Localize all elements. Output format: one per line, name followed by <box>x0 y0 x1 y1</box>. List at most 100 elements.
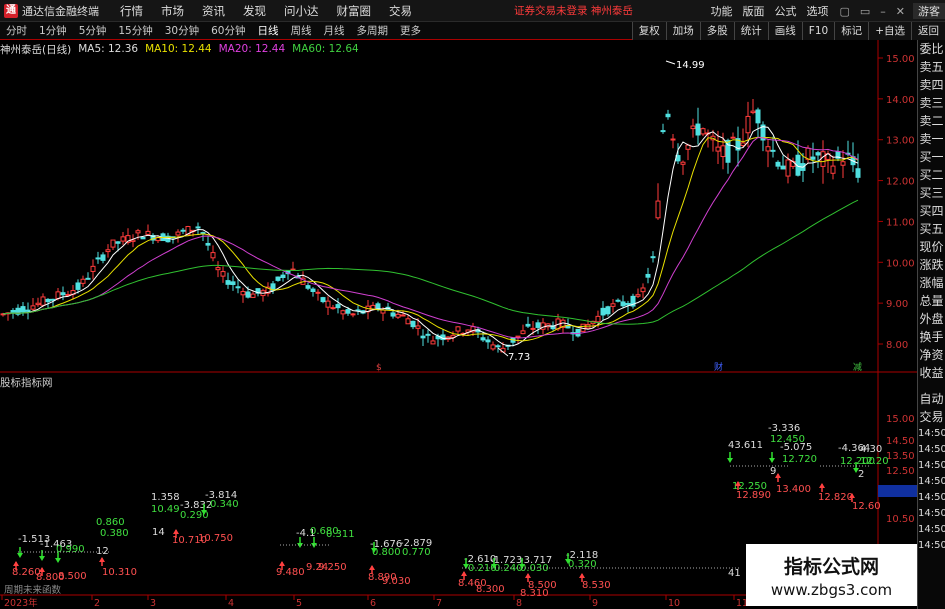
candle-body <box>350 313 356 316</box>
candle-body <box>75 282 81 290</box>
sidebar-item-16: 换手 <box>919 330 944 344</box>
candle-body <box>640 287 646 293</box>
kline-chart[interactable]: 15.00 14.00 13.00 12.00 11.00 10.00 9.00 8.00 15… <box>0 0 917 609</box>
x-axis-label: 2 <box>94 598 100 609</box>
candle-body <box>620 301 626 307</box>
sidebar-item-0: 委比 <box>919 42 944 56</box>
candle-body <box>755 109 761 124</box>
sub-label: 12.20 <box>860 456 889 467</box>
x-axis-label: 9 <box>592 598 598 609</box>
x-axis-label: 4 <box>228 598 234 609</box>
sidebar-item-24: 14:50 <box>918 460 945 471</box>
sub-label: 4.30 <box>860 444 882 455</box>
x-axis-label: 10 <box>668 598 680 609</box>
sub-label: 8.310 <box>520 588 549 599</box>
sub-label: 10.310 <box>102 567 137 578</box>
candle-body <box>480 337 486 341</box>
candle-body <box>240 291 246 296</box>
candle-body <box>485 339 491 343</box>
candle-body <box>30 305 36 310</box>
candle-body <box>275 276 281 281</box>
signal-arrow-head <box>173 529 179 534</box>
candle-body <box>215 267 221 271</box>
sub-label: 12.720 <box>782 454 817 465</box>
ma60-line <box>2 199 859 325</box>
candle-body <box>785 159 791 177</box>
candle-body <box>315 291 321 294</box>
candle-body <box>495 345 501 348</box>
watermark-url: www.zbgs3.com <box>770 581 893 599</box>
candle-body <box>490 344 496 350</box>
candle-body <box>145 230 151 235</box>
candle-body <box>175 231 181 236</box>
candle-body <box>410 320 416 328</box>
guest-button[interactable]: 游客 <box>913 3 945 19</box>
candle-body <box>25 309 31 312</box>
sidebar-item-4: 卖二 <box>919 114 944 128</box>
sub-label: 0.990 <box>56 544 85 555</box>
sub-label: 10.750 <box>198 533 233 544</box>
price-label: 15.00 <box>886 54 915 65</box>
candle-body <box>280 274 286 278</box>
sub-label: 12.820 <box>818 492 853 503</box>
sidebar-item-11: 现价 <box>919 240 944 254</box>
sub-label: 8.500 <box>58 571 87 582</box>
price-label: 13.00 <box>886 136 915 147</box>
candle-body <box>245 291 251 298</box>
candle-body <box>100 254 106 261</box>
candle-body <box>405 318 411 325</box>
candle-body <box>105 249 111 253</box>
price-label: 9.00 <box>886 299 908 310</box>
candle-body <box>745 115 751 134</box>
candle-body <box>60 292 66 296</box>
candle-body <box>765 146 771 152</box>
sidebar-item-6: 买一 <box>919 150 944 164</box>
sub-label: 10.49 <box>151 504 180 515</box>
candle-body <box>225 280 231 285</box>
sidebar-item-2: 卖四 <box>919 78 944 92</box>
sub-label: 2 <box>858 469 864 480</box>
candle-body <box>680 161 686 165</box>
candle-body <box>635 294 641 297</box>
candle-body <box>595 315 601 323</box>
candle-body <box>430 340 436 345</box>
candle-body <box>180 229 186 232</box>
candle-body <box>310 288 316 293</box>
sub-label: 9.480 <box>276 567 305 578</box>
price-label: 8.00 <box>886 340 908 351</box>
candle-body <box>335 304 341 309</box>
signal-arrow-head <box>39 556 45 561</box>
current-value-box <box>878 485 917 497</box>
candle-body <box>820 151 826 167</box>
sidebar-item-8: 买三 <box>919 186 944 200</box>
candle-body <box>770 149 776 152</box>
candle-body <box>660 130 666 133</box>
signal-arrow-head <box>769 458 775 463</box>
sidebar-item-13: 涨幅 <box>919 276 944 290</box>
candle-body <box>610 303 616 307</box>
signal-arrow-head <box>13 561 19 566</box>
ma10-line <box>2 136 859 342</box>
sub-label: 0.770 <box>402 547 431 558</box>
sidebar-item-19 <box>918 382 945 390</box>
candle-body <box>250 293 256 298</box>
candle-body <box>45 298 51 303</box>
candle-body <box>345 309 351 314</box>
candle-body <box>425 333 431 336</box>
candle-body <box>330 307 336 310</box>
low-annotation: 7.73 <box>508 352 530 363</box>
signal-arrow-head <box>819 483 825 488</box>
candle-body <box>740 142 746 147</box>
sub-label: 9.030 <box>382 576 411 587</box>
sub-label: 0.311 <box>326 529 355 540</box>
candle-body <box>395 313 401 318</box>
x-axis-label: 5 <box>296 598 302 609</box>
candle-body <box>140 236 146 240</box>
candle-body <box>730 136 736 139</box>
candle-body <box>775 161 781 167</box>
sidebar-item-27: 14:50 <box>918 508 945 519</box>
candle-body <box>390 312 396 317</box>
candle-body <box>305 285 311 289</box>
candle-body <box>220 271 226 277</box>
candle-body <box>655 200 661 219</box>
